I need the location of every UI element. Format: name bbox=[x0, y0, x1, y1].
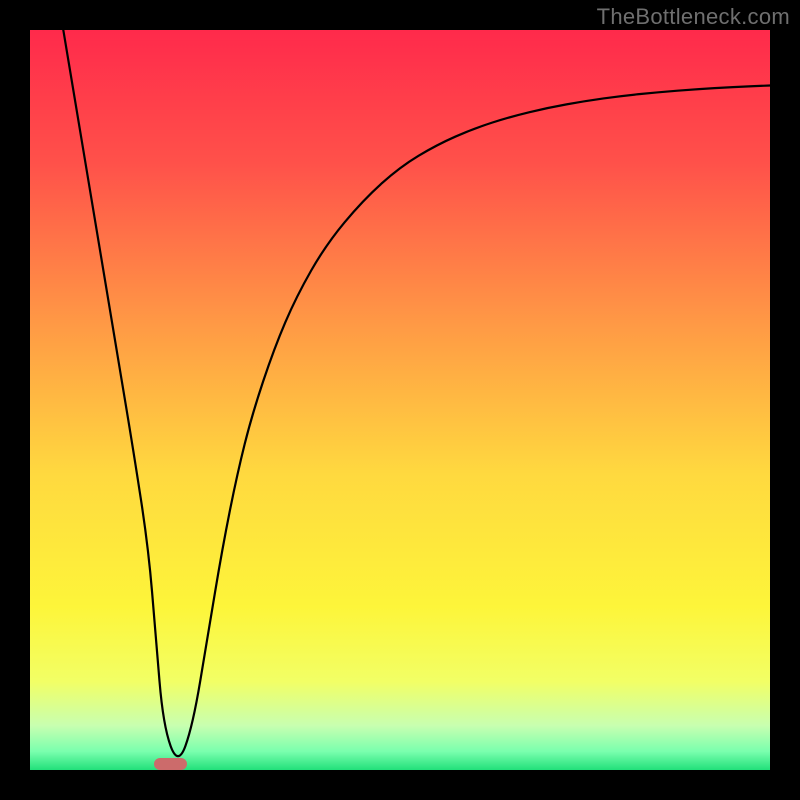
plot-area bbox=[30, 30, 770, 770]
optimal-point-marker bbox=[154, 758, 187, 770]
chart-frame: TheBottleneck.com bbox=[0, 0, 800, 800]
watermark-text: TheBottleneck.com bbox=[597, 4, 790, 30]
bottleneck-curve bbox=[30, 30, 770, 770]
